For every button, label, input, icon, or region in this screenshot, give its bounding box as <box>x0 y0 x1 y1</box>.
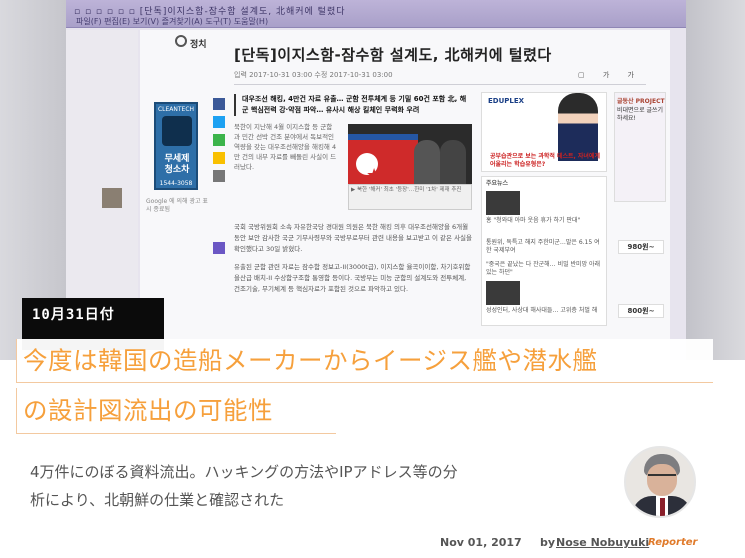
browser-toolbar: ▫ ▫ ▫ ▫ ▫ ▫ [단독]이지스함-잠수함 설계도, 北해커에 털렸다 파… <box>66 0 686 28</box>
publish-date: Nov 01, 2017 <box>440 536 522 549</box>
browser-menu: 파일(F) 편집(E) 보기(V) 즐겨찾기(A) 도구(T) 도움말(H) <box>76 17 269 26</box>
korean-byline-text: 입력 2017-10-31 03:00 수정 2017-10-31 03:00 <box>234 71 393 79</box>
facebook-share-icon <box>213 98 225 110</box>
ad-brand: CLEANTECH <box>157 106 195 113</box>
eduplex-ad: EDUPLEX 공부습관으로 보는 과학적 테스트, 자녀에게 어울리는 학습유… <box>481 92 607 172</box>
side-news-item: 성성인터, 사상대 해사대들… 고위층 처벌 해 <box>486 307 598 314</box>
korean-lead-paragraph: 북한이 지난해 4월 이지스함 등 군함과 민간 선박 건조 분야에서 독보적인… <box>234 123 337 171</box>
author-avatar[interactable] <box>624 446 696 518</box>
student-image <box>558 93 598 161</box>
photo-caption: ▶ 북한 '해커' 최초 '등장'…한미 '1차' 제재 추진 <box>348 184 472 210</box>
author-link[interactable]: Nose Nobuyuki <box>556 536 649 549</box>
korean-subhead: 대우조선 해킹, 4만건 자료 유출… 군함 전투체계 등 기밀 60건 포함 … <box>234 94 472 116</box>
korean-body-paragraph: 국회 국방위원회 소속 자유한국당 경대원 의원은 북한 해킹 의후 대우조선해… <box>234 223 473 253</box>
byline-prefix: by <box>540 536 556 549</box>
ad-left-phone: 1544-3058 <box>159 180 193 187</box>
ad-brand: EDUPLEX <box>488 97 525 105</box>
left-vertical-ad: CLEANTECH 무세제 청소차 1544-3058 <box>154 102 198 190</box>
promo-title: 글동산 PROJECT <box>617 98 665 105</box>
hero-image: ▫ ▫ ▫ ▫ ▫ ▫ [단독]이지스함-잠수함 설계도, 北해커에 털렸다 파… <box>0 0 745 360</box>
article-title-line-2[interactable]: の設計図流出の可能性 <box>16 388 336 434</box>
line-share-icon <box>213 134 225 146</box>
side-news-item: "중국은 끝났는 다 잔군해… 비밀 반미망 아래 있는 하던" <box>486 261 601 276</box>
twitter-share-icon <box>213 116 225 128</box>
ad-right-text: 공부습관으로 보는 과학적 테스트, 자녀에게 어울리는 학습유형은? <box>490 153 600 168</box>
article-summary: 4万件にのぼる資料流出。ハッキングの方法やIPアドレス等の分析により、北朝鮮の仕… <box>30 463 458 509</box>
price-tag: 980원~ <box>618 240 664 254</box>
news-thumbnail <box>486 281 520 305</box>
font-size-tools: ▢ 가 가 <box>578 71 642 79</box>
section-label: 정치 <box>190 40 207 50</box>
promo-ad: 글동산 PROJECT 비대면으로 글쓰기 하세요! <box>614 92 666 202</box>
promo-text: 비대면으로 글쓰기 하세요! <box>617 107 664 122</box>
author-role: Reporter <box>648 537 698 548</box>
cleaner-image <box>162 116 192 146</box>
side-news-header: 주요뉴스 <box>486 180 509 187</box>
comment-icon <box>213 242 225 254</box>
monitor-frame-right <box>686 0 745 360</box>
date-overlay-text: 10月31日付 <box>32 307 115 323</box>
news-thumbnail <box>486 191 520 215</box>
small-thumbnail <box>102 188 122 208</box>
section-icon <box>175 35 187 47</box>
korean-headline: [단독]이지스함-잠수함 설계도, 北해커에 털렸다 <box>234 46 552 64</box>
side-news-item: 통원위, 독특고 해지 주한미군…말은 6.15 여한 국제부여 <box>486 239 600 254</box>
ad-left-text: 무세제 청소차 <box>164 154 190 175</box>
price-tag: 800원~ <box>618 304 664 318</box>
korean-body-paragraph: 유출된 군함 관련 자료는 잠수함 정보고-II(3000t급), 이지스함 율… <box>234 263 471 293</box>
korean-byline: 입력 2017-10-31 03:00 수정 2017-10-31 03:00 … <box>234 67 646 85</box>
more-share-icon <box>213 170 225 182</box>
side-news-list: 주요뉴스 홍 "청와대 아마 웃음 휴가 하기 판대" 통원위, 독특고 해지 … <box>481 176 607 326</box>
glasses-icon <box>648 474 676 480</box>
google-ad-note: Google 에 의해 광고 표시 종료됨 <box>146 198 208 213</box>
kakao-share-icon <box>213 152 225 164</box>
article-title-line-1[interactable]: 今度は韓国の造船メーカーからイージス艦や潜水艦 <box>16 339 713 383</box>
side-news-item: 홍 "청와대 아마 웃음 휴가 하기 판대" <box>486 217 581 224</box>
